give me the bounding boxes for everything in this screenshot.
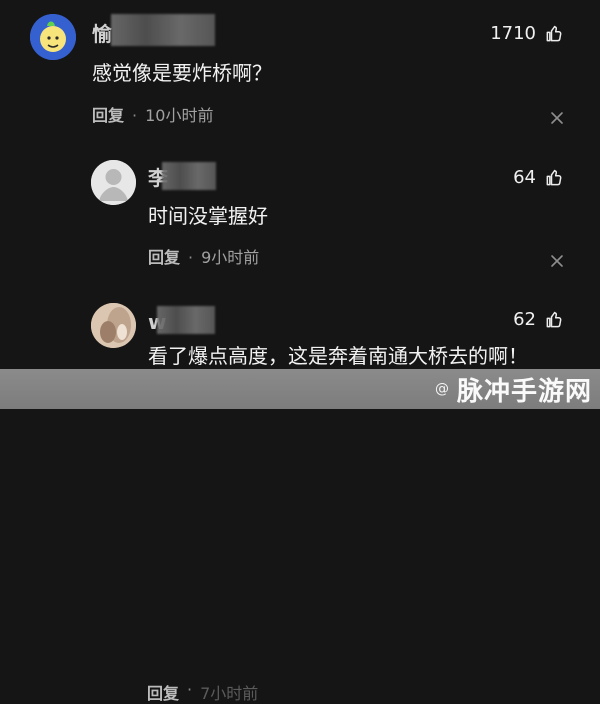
username: 愉 — [92, 22, 112, 46]
reply-button[interactable]: 回复 — [148, 250, 180, 266]
meta-separator: · — [188, 248, 194, 267]
thumbs-up-icon[interactable] — [544, 310, 564, 330]
watermark-brand: 脉冲手游网 — [456, 376, 592, 407]
like-count: 64 — [513, 167, 536, 188]
meta-separator: · — [132, 106, 138, 125]
like-group[interactable]: 62 — [513, 310, 564, 330]
reply-button[interactable]: 回复 — [92, 108, 124, 124]
comment-item: 愉 1710 感觉像是要炸桥啊？ 回复 · 10小时前 — [0, 0, 600, 144]
comment-time: 9小时前 — [201, 248, 260, 267]
comment-text: 时间没掌握好 — [148, 204, 268, 228]
comment-meta: 回复 · 7小时前 — [147, 680, 258, 704]
user-avatar[interactable] — [91, 160, 136, 205]
like-group[interactable]: 1710 — [490, 24, 564, 44]
like-count: 62 — [513, 309, 536, 330]
reply-button[interactable]: 回复 — [147, 680, 179, 704]
comment-meta: 回复 · 10小时前 — [92, 108, 213, 124]
avatar-image — [91, 160, 136, 205]
thumbs-up-icon[interactable] — [544, 24, 564, 44]
close-icon[interactable] — [550, 254, 564, 268]
watermark: @ 脉冲手游网 — [435, 369, 592, 409]
like-group[interactable]: 64 — [513, 168, 564, 188]
comment-text: 感觉像是要炸桥啊？ — [92, 61, 272, 85]
comment-list: 愉 1710 感觉像是要炸桥啊？ 回复 · 10小时前 李 64 时间没掌握好 … — [0, 0, 600, 703]
thumbs-up-icon[interactable] — [544, 168, 564, 188]
user-avatar[interactable] — [91, 303, 136, 348]
username-redaction — [111, 14, 215, 46]
avatar-image — [30, 14, 76, 60]
username-redaction — [162, 162, 216, 190]
username-redaction — [157, 306, 215, 334]
comment-time: 10小时前 — [145, 106, 214, 125]
watermark-handle: @ — [434, 381, 449, 397]
comment-text: 看了爆点高度，这是奔着南通大桥去的啊！ — [148, 344, 528, 368]
close-icon[interactable] — [550, 111, 564, 125]
avatar-image — [91, 303, 136, 348]
like-count: 1710 — [490, 23, 536, 44]
comment-meta: 回复 · 9小时前 — [148, 250, 259, 266]
user-avatar[interactable] — [30, 14, 76, 60]
reply-item: 李 64 时间没掌握好 回复 · 9小时前 — [0, 144, 600, 288]
meta-separator: · — [187, 680, 193, 699]
comment-time: 7小时前 — [200, 684, 259, 703]
